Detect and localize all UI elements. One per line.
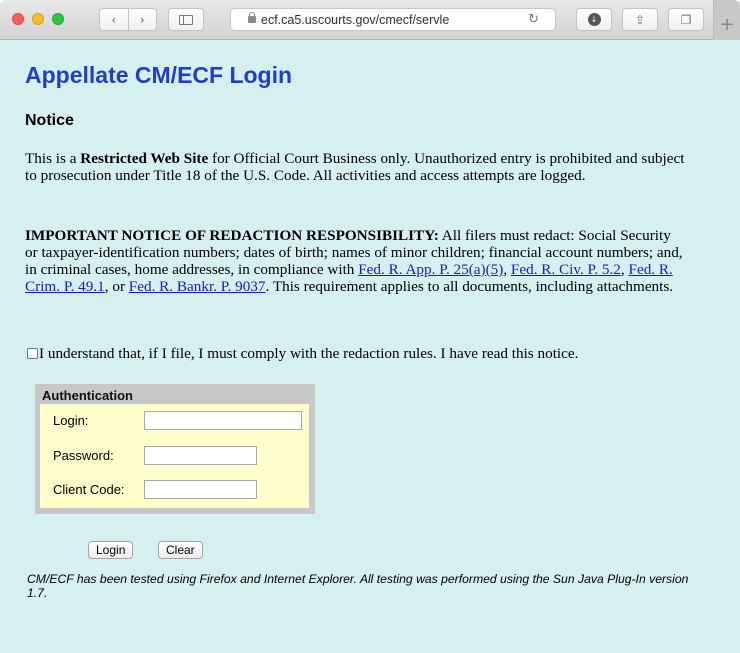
forward-button[interactable]: › bbox=[129, 9, 157, 30]
page-content: Appellate CM/ECF Login Notice This is a … bbox=[0, 40, 740, 653]
close-window-button[interactable] bbox=[12, 13, 24, 25]
p2-sep1: , bbox=[503, 261, 511, 278]
restricted-notice-paragraph: This is a Restricted Web Site for Offici… bbox=[25, 150, 685, 184]
p1-bold: Restricted Web Site bbox=[80, 150, 209, 167]
client-code-input[interactable] bbox=[144, 480, 257, 499]
address-bar[interactable]: ecf.ca5.uscourts.gov/cmecf/servle ↻ bbox=[230, 8, 556, 31]
p2-bold: IMPORTANT NOTICE OF REDACTION RESPONSIBI… bbox=[25, 227, 439, 244]
login-button[interactable]: Login bbox=[88, 541, 134, 559]
show-tabs-button[interactable]: ❐ bbox=[668, 8, 704, 31]
clear-button[interactable]: Clear bbox=[158, 541, 203, 559]
browser-compatibility-note: CM/ECF has been tested using Firefox and… bbox=[27, 572, 689, 600]
link-fed-r-bankr-p[interactable]: Fed. R. Bankr. P. 9037 bbox=[129, 278, 266, 295]
tabs-icon: ❐ bbox=[680, 12, 692, 27]
back-button[interactable]: ‹ bbox=[100, 9, 129, 30]
password-label: Password: bbox=[53, 448, 114, 463]
sidebar-icon bbox=[179, 14, 193, 25]
notice-heading: Notice bbox=[25, 112, 74, 129]
downloads-button[interactable]: ↓ bbox=[576, 8, 612, 31]
url-text: ecf.ca5.uscourts.gov/cmecf/servle bbox=[261, 12, 450, 27]
chevron-left-icon: ‹ bbox=[111, 12, 117, 27]
page-title: Appellate CM/ECF Login bbox=[25, 62, 293, 88]
link-fed-r-app-p[interactable]: Fed. R. App. P. 25(a)(5) bbox=[358, 261, 503, 278]
browser-toolbar: ‹ › ecf.ca5.uscourts.gov/cmecf/servle ↻ … bbox=[0, 0, 740, 40]
sidebar-toggle-button[interactable] bbox=[168, 8, 204, 31]
minimize-window-button[interactable] bbox=[32, 13, 44, 25]
browser-window: ‹ › ecf.ca5.uscourts.gov/cmecf/servle ↻ … bbox=[0, 0, 740, 653]
password-input[interactable] bbox=[144, 446, 257, 465]
acknowledge-label[interactable]: I understand that, if I file, I must com… bbox=[39, 345, 578, 362]
authentication-panel: Authentication Login: Password: Client C… bbox=[35, 384, 315, 514]
p2-text2: . This requirement applies to all docume… bbox=[265, 278, 674, 295]
chevron-right-icon: › bbox=[139, 12, 145, 27]
authentication-body: Login: Password: Client Code: bbox=[40, 404, 309, 508]
nav-button-group: ‹ › bbox=[99, 8, 157, 31]
client-code-label: Client Code: bbox=[53, 482, 125, 497]
p2-sep3: , or bbox=[104, 278, 129, 295]
p1-lead: This is a bbox=[25, 150, 81, 167]
login-input[interactable] bbox=[144, 411, 302, 430]
reload-icon[interactable]: ↻ bbox=[528, 12, 539, 27]
acknowledge-row: I understand that, if I file, I must com… bbox=[27, 345, 578, 362]
login-label: Login: bbox=[53, 413, 89, 428]
share-icon: ⇪ bbox=[634, 12, 646, 27]
authentication-title: Authentication bbox=[42, 388, 133, 403]
download-icon: ↓ bbox=[587, 13, 601, 26]
redaction-notice-paragraph: IMPORTANT NOTICE OF REDACTION RESPONSIBI… bbox=[25, 227, 685, 295]
zoom-window-button[interactable] bbox=[52, 13, 64, 25]
acknowledge-checkbox[interactable] bbox=[27, 348, 38, 359]
share-button[interactable]: ⇪ bbox=[622, 8, 658, 31]
link-fed-r-civ-p[interactable]: Fed. R. Civ. P. 5.2 bbox=[511, 261, 621, 278]
p2-sep2: , bbox=[620, 261, 629, 278]
lock-icon bbox=[248, 12, 256, 23]
plus-icon: + bbox=[719, 13, 735, 35]
new-tab-button[interactable]: + bbox=[713, 0, 740, 40]
